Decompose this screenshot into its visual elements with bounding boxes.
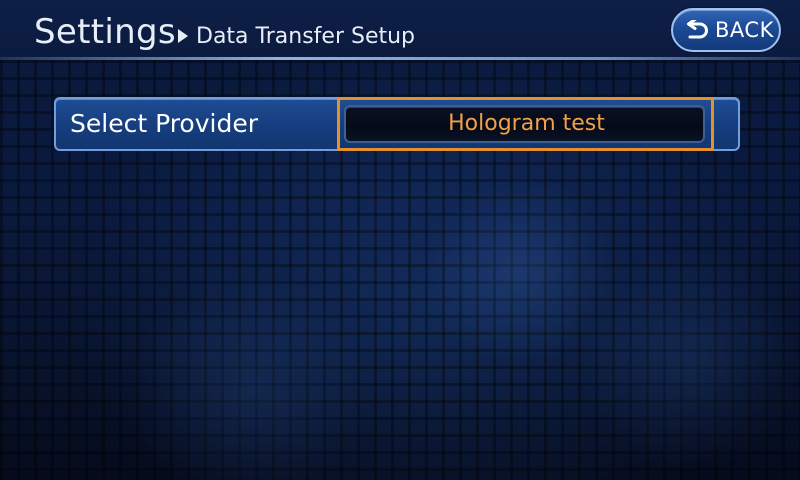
return-arrow-icon [687, 20, 708, 39]
breadcrumb: Data Transfer Setup [196, 24, 416, 49]
back-button[interactable]: BACK [671, 8, 781, 52]
select-provider-label: Select Provider [70, 109, 259, 138]
header-bar: Settings Data Transfer Setup BACK [0, 0, 800, 60]
back-button-label: BACK [715, 18, 774, 42]
provider-value: Hologram test [448, 111, 605, 136]
select-provider-row[interactable]: Select Provider Hologram test [54, 97, 740, 151]
screen: Settings Data Transfer Setup BACK Select… [0, 0, 800, 480]
triangle-right-icon [178, 29, 188, 43]
page-title: Settings [34, 12, 176, 52]
provider-value-field[interactable]: Hologram test [344, 105, 705, 143]
header-divider [0, 57, 800, 60]
